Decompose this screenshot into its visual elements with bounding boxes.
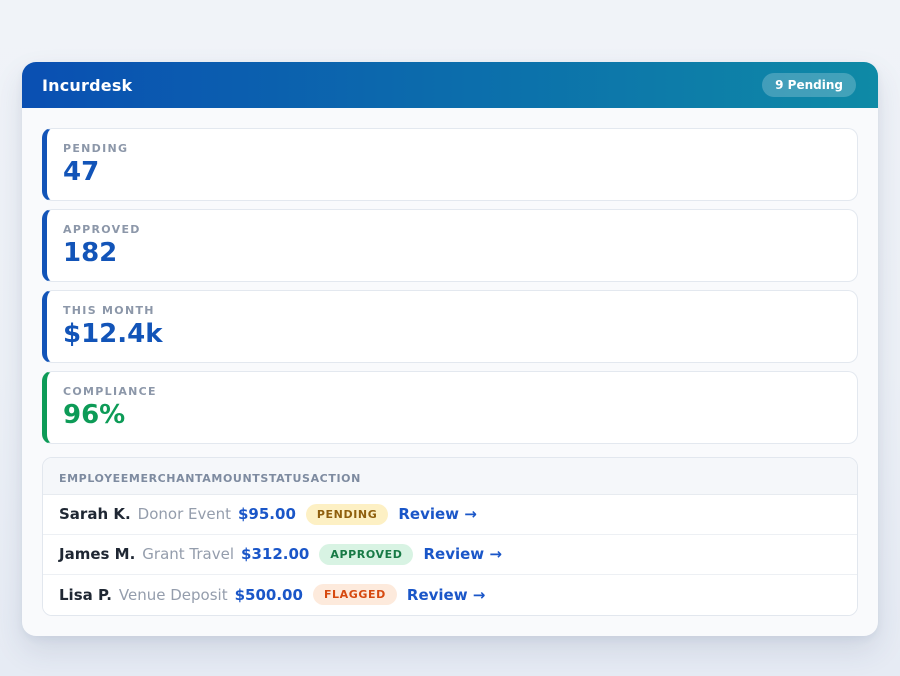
- transactions-table: EMPLOYEEMERCHANTAMOUNTSTATUSACTION Sarah…: [42, 457, 858, 616]
- stat-value: 182: [63, 239, 841, 269]
- column-header-amount: AMOUNT: [202, 472, 260, 485]
- stat-label: COMPLIANCE: [63, 385, 841, 398]
- stat-value: 96%: [63, 401, 841, 431]
- page-background: { "app": { "title": "Incurdesk", "header…: [0, 0, 900, 676]
- app-card: Incurdesk 9 Pending PENDING 47 APPROVED …: [22, 62, 878, 636]
- column-header-merchant: MERCHANT: [129, 472, 202, 485]
- column-header-action: ACTION: [311, 472, 361, 485]
- table-row: Sarah K. Donor Event $95.00 PENDING Revi…: [43, 495, 857, 535]
- stat-card-compliance: COMPLIANCE 96%: [42, 371, 858, 444]
- app-title: Incurdesk: [42, 76, 132, 95]
- status-badge: APPROVED: [319, 544, 413, 565]
- stat-label: PENDING: [63, 142, 841, 155]
- employee-name: Lisa P.: [59, 586, 112, 604]
- stat-card-pending: PENDING 47: [42, 128, 858, 201]
- amount-value: $312.00: [241, 545, 309, 563]
- stat-value: 47: [63, 158, 841, 188]
- app-header: Incurdesk 9 Pending: [22, 62, 878, 108]
- status-badge: PENDING: [306, 504, 388, 525]
- status-badge: FLAGGED: [313, 584, 397, 605]
- stat-value: $12.4k: [63, 320, 841, 350]
- pending-count-badge: 9 Pending: [762, 73, 856, 97]
- stat-card-this-month: THIS MONTH $12.4k: [42, 290, 858, 363]
- review-link[interactable]: Review →: [407, 586, 485, 604]
- stats-section: PENDING 47 APPROVED 182 THIS MONTH $12.4…: [42, 128, 858, 444]
- table-row: Lisa P. Venue Deposit $500.00 FLAGGED Re…: [43, 575, 857, 615]
- review-link[interactable]: Review →: [398, 505, 476, 523]
- amount-value: $95.00: [238, 505, 296, 523]
- table-row: James M. Grant Travel $312.00 APPROVED R…: [43, 535, 857, 575]
- review-link[interactable]: Review →: [423, 545, 501, 563]
- stat-label: APPROVED: [63, 223, 841, 236]
- amount-value: $500.00: [235, 586, 303, 604]
- employee-name: James M.: [59, 545, 135, 563]
- app-body: PENDING 47 APPROVED 182 THIS MONTH $12.4…: [22, 108, 878, 636]
- stat-card-approved: APPROVED 182: [42, 209, 858, 282]
- merchant-name: Venue Deposit: [119, 586, 228, 604]
- column-header-employee: EMPLOYEE: [59, 472, 129, 485]
- table-header-row: EMPLOYEEMERCHANTAMOUNTSTATUSACTION: [43, 458, 857, 495]
- column-header-status: STATUS: [260, 472, 310, 485]
- merchant-name: Donor Event: [138, 505, 231, 523]
- stat-label: THIS MONTH: [63, 304, 841, 317]
- merchant-name: Grant Travel: [142, 545, 234, 563]
- employee-name: Sarah K.: [59, 505, 131, 523]
